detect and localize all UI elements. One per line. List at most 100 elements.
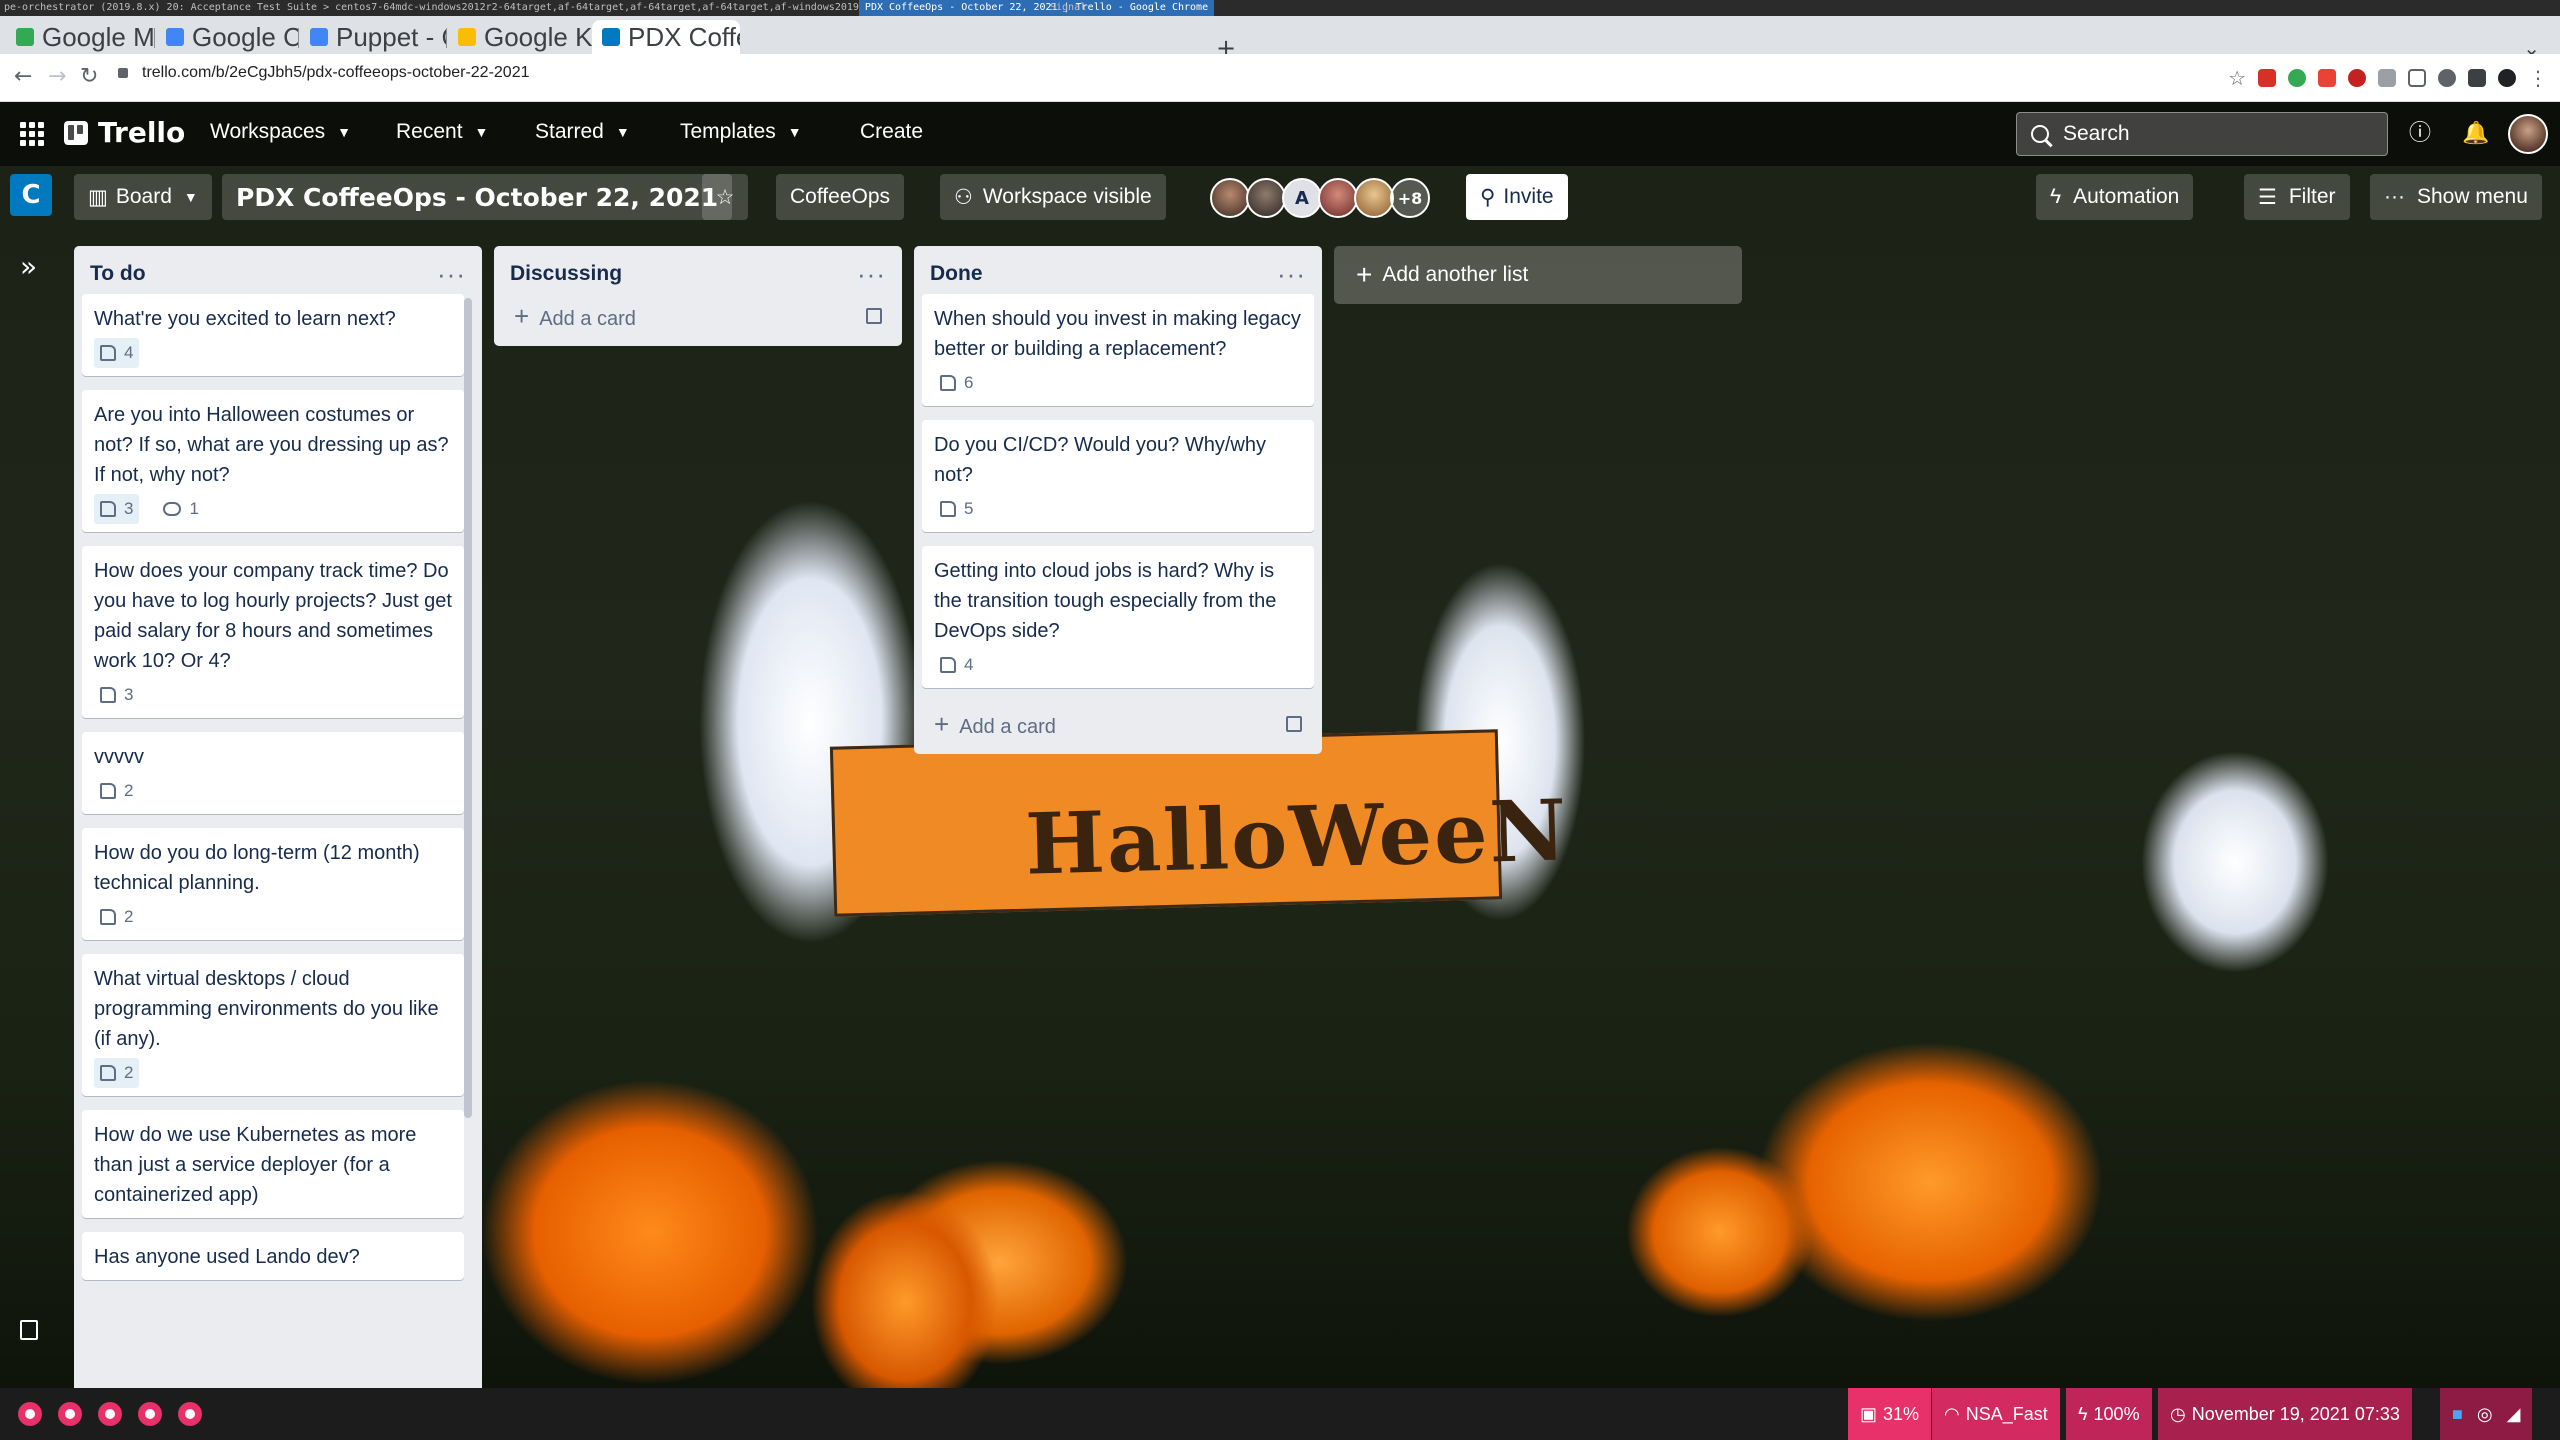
user-avatar[interactable] xyxy=(2508,114,2548,154)
workspace-badge[interactable]: C xyxy=(10,174,52,216)
list-title[interactable]: Done xyxy=(930,262,983,286)
workspace-indicator[interactable] xyxy=(58,1402,82,1426)
clock-icon: ◷ xyxy=(2170,1403,2186,1424)
list-title[interactable]: Discussing xyxy=(510,262,622,286)
automation-button[interactable]: ϟ Automation xyxy=(2036,174,2194,220)
trello-logo[interactable]: Trello xyxy=(64,116,185,149)
add-list-button[interactable]: + Add another list xyxy=(1334,246,1742,304)
tray-app-icon[interactable]: ■ xyxy=(2452,1404,2463,1425)
invite-button[interactable]: ⚲ Invite xyxy=(1466,174,1568,220)
back-icon[interactable]: ← xyxy=(14,64,32,89)
tab-puppet-calendar[interactable]: Puppet - Calendar × xyxy=(300,20,446,54)
chrome-menu-icon[interactable]: ⋮ xyxy=(2528,66,2548,90)
vote-badge[interactable]: 5 xyxy=(934,494,979,524)
nav-starred[interactable]: Starred ▼ xyxy=(535,120,630,144)
reload-icon[interactable]: ↻ xyxy=(80,64,98,89)
card-template-icon[interactable] xyxy=(1286,716,1302,732)
list-title[interactable]: To do xyxy=(90,262,146,286)
lock-icon[interactable] xyxy=(118,68,128,78)
app-switcher-icon[interactable] xyxy=(20,122,44,146)
vote-badge[interactable]: 4 xyxy=(94,338,140,368)
show-menu-button[interactable]: ··· Show menu xyxy=(2370,174,2542,220)
card-template-icon[interactable] xyxy=(866,308,882,324)
vote-badge[interactable]: 2 xyxy=(94,902,139,932)
extension-icon[interactable] xyxy=(2408,69,2426,87)
extension-icon[interactable] xyxy=(2288,69,2306,87)
forward-icon[interactable]: → xyxy=(48,64,66,89)
workspace-button[interactable]: CoffeeOps xyxy=(776,174,905,220)
vote-count: 3 xyxy=(124,685,134,704)
os-other-window-title[interactable]: Signal xyxy=(1046,0,1086,16)
member-avatar[interactable]: A xyxy=(1282,178,1322,218)
vote-count: 3 xyxy=(124,499,134,518)
board-title[interactable]: PDX CoffeeOps - October 22, 2021 xyxy=(222,174,733,220)
thumbs-up-icon xyxy=(940,501,956,517)
card[interactable]: How do we use Kubernetes as more than ju… xyxy=(82,1110,464,1218)
card[interactable]: Has anyone used Lando dev? xyxy=(82,1232,464,1280)
member-avatar[interactable] xyxy=(1246,178,1286,218)
profile-icon[interactable] xyxy=(2498,69,2516,87)
create-button[interactable]: Create xyxy=(860,120,923,144)
tab-google-keep[interactable]: Google Keep × xyxy=(448,20,596,54)
add-card-button[interactable]: + Add a card xyxy=(922,702,1314,746)
nav-workspaces[interactable]: Workspaces ▼ xyxy=(210,120,351,144)
tab-pdx-coffeeops[interactable]: PDX CoffeeOps × xyxy=(592,20,740,54)
address-bar-url[interactable]: trello.com/b/2eCgJbh5/pdx-coffeeops-octo… xyxy=(142,64,530,82)
card[interactable]: How do you do long-term (12 month) techn… xyxy=(82,828,464,940)
vote-badge[interactable]: 6 xyxy=(934,368,979,398)
vote-badge[interactable]: 3 xyxy=(94,494,140,524)
youtube-extension-icon[interactable] xyxy=(2318,69,2336,87)
tab-google-calendar[interactable]: Google Calendar × xyxy=(156,20,298,54)
member-avatar[interactable] xyxy=(1210,178,1250,218)
trash-icon[interactable] xyxy=(20,1320,38,1340)
list-menu-icon[interactable]: ··· xyxy=(437,261,466,287)
card[interactable]: Are you into Halloween costumes or not? … xyxy=(82,390,464,532)
vote-badge[interactable]: 3 xyxy=(94,680,139,710)
search-input[interactable]: Search xyxy=(2016,112,2388,156)
workspace-indicator[interactable] xyxy=(138,1402,162,1426)
extensions-puzzle-icon[interactable] xyxy=(2468,69,2486,87)
extension-icon[interactable] xyxy=(2348,69,2366,87)
list-menu-icon[interactable]: ··· xyxy=(1277,261,1306,287)
card[interactable]: Getting into cloud jobs is hard? Why is … xyxy=(922,546,1314,688)
list-scrollbar[interactable] xyxy=(464,298,472,1118)
card[interactable]: When should you invest in making legacy … xyxy=(922,294,1314,406)
board-view-switcher[interactable]: ▥ Board ▼ xyxy=(74,174,212,220)
calendar-favicon-icon xyxy=(310,28,328,46)
tab-google-maps[interactable]: Google Maps × xyxy=(6,20,154,54)
nav-recent[interactable]: Recent ▼ xyxy=(396,120,488,144)
add-card-button[interactable]: + Add a card xyxy=(502,294,894,338)
card[interactable]: Do you CI/CD? Would you? Why/why not? 5 xyxy=(922,420,1314,532)
info-icon[interactable]: ⓘ xyxy=(2408,122,2432,146)
workspace-indicator[interactable] xyxy=(98,1402,122,1426)
list-menu-icon[interactable]: ··· xyxy=(857,261,886,287)
card[interactable]: What virtual desktops / cloud programmin… xyxy=(82,954,464,1096)
star-board-icon[interactable]: ☆ xyxy=(702,174,748,220)
filter-button[interactable]: ☰ Filter xyxy=(2244,174,2350,220)
card[interactable]: How does your company track time? Do you… xyxy=(82,546,464,718)
member-avatar[interactable] xyxy=(1354,178,1394,218)
extension-icon[interactable] xyxy=(2438,69,2456,87)
more-members-badge[interactable]: +8 xyxy=(1390,178,1430,218)
os-top-panel: pe-orchestrator (2019.8.x) 20: Acceptanc… xyxy=(0,0,2560,16)
vote-badge[interactable]: 2 xyxy=(94,1058,140,1088)
card[interactable]: vvvvv 2 xyxy=(82,732,464,814)
member-avatar[interactable] xyxy=(1318,178,1358,218)
vote-badge[interactable]: 2 xyxy=(94,776,139,806)
nav-label: Workspaces xyxy=(210,120,326,143)
notifications-bell-icon[interactable]: 🔔 xyxy=(2462,122,2489,146)
os-active-window-title[interactable]: PDX CoffeeOps - October 22, 2021 | Trell… xyxy=(858,0,1215,16)
vote-badge[interactable]: 4 xyxy=(934,650,979,680)
browser-tabstrip: Google Maps × Google Calendar × Puppet -… xyxy=(0,16,2560,62)
card[interactable]: What're you excited to learn next? 4 xyxy=(82,294,464,376)
extension-icon[interactable] xyxy=(2378,69,2396,87)
expand-sidebar-icon[interactable]: » xyxy=(20,250,37,283)
visibility-button[interactable]: ⚇ Workspace visible xyxy=(940,174,1166,220)
tray-app-icon[interactable]: ◎ xyxy=(2477,1404,2493,1425)
nav-templates[interactable]: Templates ▼ xyxy=(680,120,802,144)
workspace-indicator[interactable] xyxy=(18,1402,42,1426)
workspace-indicator[interactable] xyxy=(178,1402,202,1426)
bookmark-star-icon[interactable]: ☆ xyxy=(2228,66,2246,90)
tray-app-icon[interactable]: ◢ xyxy=(2507,1404,2521,1425)
extension-icon[interactable] xyxy=(2258,69,2276,87)
